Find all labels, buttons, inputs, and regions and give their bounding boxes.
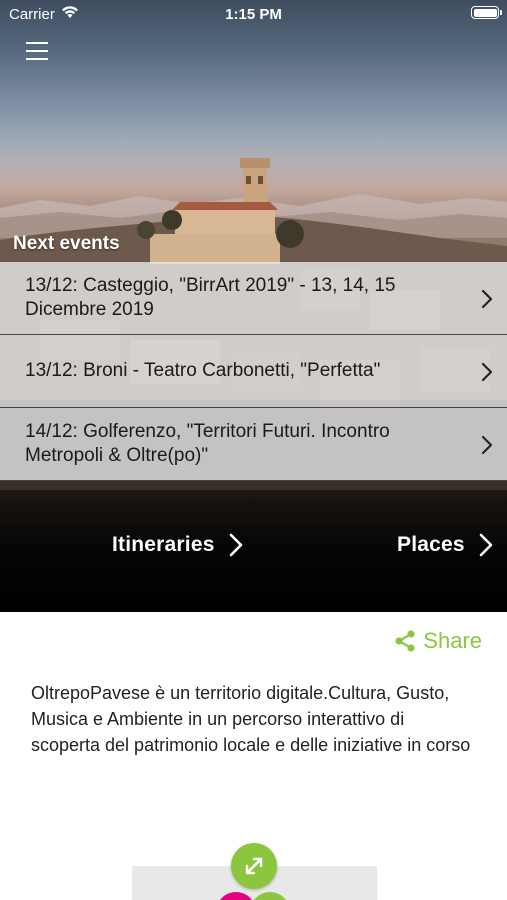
hamburger-menu-icon[interactable] bbox=[26, 42, 48, 60]
status-bar: Carrier 1:15 PM bbox=[0, 0, 507, 28]
chevron-right-icon bbox=[479, 533, 493, 557]
chevron-right-icon bbox=[481, 362, 493, 382]
share-label: Share bbox=[423, 628, 482, 653]
next-events-title: Next events bbox=[13, 233, 120, 254]
events-list: 13/12: Casteggio, "BirrArt 2019" - 13, 1… bbox=[0, 262, 507, 481]
event-item-text: 13/12: Casteggio, "BirrArt 2019" - 13, 1… bbox=[25, 275, 396, 320]
places-label: Places bbox=[397, 533, 465, 556]
battery-icon bbox=[471, 6, 502, 19]
expand-button[interactable] bbox=[231, 843, 277, 889]
itineraries-link[interactable]: Itineraries bbox=[112, 528, 243, 562]
status-time: 1:15 PM bbox=[225, 6, 282, 23]
places-link[interactable]: Places bbox=[397, 528, 493, 562]
event-item[interactable]: 13/12: Casteggio, "BirrArt 2019" - 13, 1… bbox=[0, 262, 507, 335]
chevron-right-icon bbox=[481, 289, 493, 309]
itineraries-label: Itineraries bbox=[112, 533, 215, 556]
event-item-text: 14/12: Golferenzo, "Territori Futuri. In… bbox=[25, 421, 390, 466]
intro-description: OltrepoPavese è un territorio digitale.C… bbox=[31, 683, 471, 755]
event-item[interactable]: 13/12: Broni - Teatro Carbonetti, "Perfe… bbox=[0, 335, 507, 408]
event-item-text: 13/12: Broni - Teatro Carbonetti, "Perfe… bbox=[25, 360, 381, 381]
share-button[interactable]: Share bbox=[393, 628, 482, 654]
chevron-right-icon bbox=[481, 435, 493, 455]
expand-icon bbox=[245, 857, 263, 875]
chevron-right-icon bbox=[229, 533, 242, 557]
event-item[interactable]: 14/12: Golferenzo, "Territori Futuri. In… bbox=[0, 408, 507, 481]
share-icon bbox=[395, 630, 415, 652]
